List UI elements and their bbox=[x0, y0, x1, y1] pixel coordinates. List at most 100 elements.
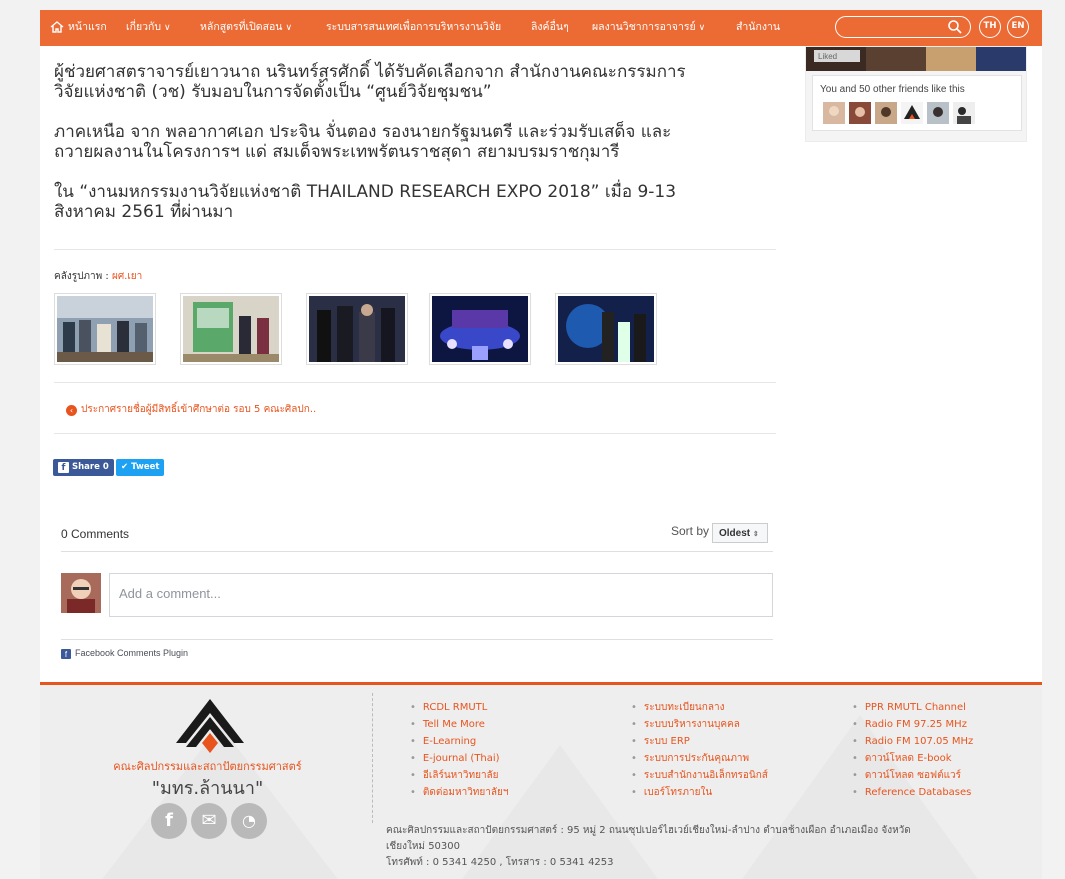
previous-post-label: ประกาศรายชื่อผู้มีสิทธิ์เข้าศึกษาต่อ รอบ… bbox=[81, 404, 317, 415]
friend-avatar bbox=[849, 102, 871, 124]
footer-link[interactable]: อีเลิร์นหาวิทยาลัย bbox=[410, 767, 508, 784]
facebook-icon: f bbox=[61, 649, 71, 659]
mail-icon: ✉ bbox=[201, 810, 217, 831]
gallery-thumbnail[interactable] bbox=[306, 293, 408, 365]
lang-th-button[interactable]: TH bbox=[979, 16, 1001, 38]
nav-item-label: ระบบสารสนเทศเพื่อการบริหารงานวิจัย bbox=[326, 21, 502, 33]
address-line: คณะศิลปกรรมและสถาปัตยกรรมศาสตร์ : 95 หมู… bbox=[386, 825, 911, 836]
divider bbox=[54, 433, 776, 434]
friend-avatar bbox=[927, 102, 949, 124]
tweet-label: Tweet bbox=[131, 462, 160, 472]
nav-item-label: หลักสูตรที่เปิดสอน bbox=[200, 21, 283, 33]
address-line: เชียงใหม่ 50300 bbox=[386, 841, 461, 852]
footer-address: คณะศิลปกรรมและสถาปัตยกรรมศาสตร์ : 95 หมู… bbox=[386, 823, 1026, 871]
facebook-comments-plugin-link[interactable]: f Facebook Comments Plugin bbox=[61, 648, 188, 659]
footer-divider bbox=[372, 693, 373, 823]
phone-line: โทรศัพท์ : 0 5341 4250 , โทรสาร : 0 5341… bbox=[386, 857, 614, 868]
nav-item-label: ผลงานวิชาการอาจารย์ bbox=[592, 21, 696, 33]
mail-button[interactable]: ✉ bbox=[191, 803, 227, 839]
nav-item-office[interactable]: สำนักงาน bbox=[736, 10, 780, 46]
footer-link[interactable]: Tell Me More bbox=[410, 716, 508, 733]
gallery-thumbnail[interactable] bbox=[555, 293, 657, 365]
comment-input[interactable]: Add a comment... bbox=[109, 573, 773, 617]
rss-icon: ◔ bbox=[242, 811, 256, 830]
avatar bbox=[61, 573, 101, 613]
university-logo bbox=[176, 699, 244, 753]
sort-select[interactable]: Oldest ⇕ bbox=[712, 523, 768, 543]
twitter-icon: ✔ bbox=[121, 462, 129, 472]
nav-item-about[interactable]: เกี่ยวกับ ∨ bbox=[126, 10, 171, 46]
facebook-share-button[interactable]: f Share 0 bbox=[53, 459, 114, 476]
gallery-thumbnail[interactable] bbox=[54, 293, 156, 365]
divider bbox=[54, 249, 776, 250]
gallery-author-link[interactable]: ผศ.เยา bbox=[112, 271, 142, 282]
article-paragraph-1: ผู้ช่วยศาสตราจารย์เยาวนาถ นรินทร์สุรศักด… bbox=[54, 62, 784, 102]
top-navigation-bar: หน้าแรก เกี่ยวกับ ∨ หลักสูตรที่เปิดสอน ∨ ร… bbox=[40, 10, 1042, 46]
footer-link[interactable]: ระบบทะเบียนกลาง bbox=[631, 699, 768, 716]
plugin-label: Facebook Comments Plugin bbox=[75, 648, 189, 658]
article-line: ใน “งานมหกรรมงานวิจัยแห่งชาติ THAILAND R… bbox=[54, 182, 677, 202]
nav-item-faculty-works[interactable]: ผลงานวิชาการอาจารย์ ∨ bbox=[592, 10, 705, 46]
page-cover-image: Liked bbox=[806, 47, 1026, 71]
facebook-icon: f bbox=[165, 810, 173, 831]
footer-link[interactable]: Radio FM 97.25 MHz bbox=[852, 716, 973, 733]
footer-link[interactable]: ระบบสำนักงานอิเล็กทรอนิกส์ bbox=[631, 767, 768, 784]
home-icon bbox=[50, 21, 64, 33]
footer-link[interactable]: ระบบการประกันคุณภาพ bbox=[631, 750, 768, 767]
chevron-down-icon: ∨ bbox=[285, 23, 293, 33]
article-paragraph-2: ภาคเหนือ จาก พลอากาศเอก ประจิน จั่นตอง ร… bbox=[54, 122, 784, 162]
rss-button[interactable]: ◔ bbox=[231, 803, 267, 839]
friends-like-card: You and 50 other friends like this bbox=[812, 75, 1022, 131]
chevron-down-icon: ∨ bbox=[698, 23, 706, 33]
footer-link[interactable]: ดาวน์โหลด ซอฟต์แวร์ bbox=[852, 767, 973, 784]
article-paragraph-3: ใน “งานมหกรรมงานวิจัยแห่งชาติ THAILAND R… bbox=[54, 182, 784, 222]
sort-arrows-icon: ⇕ bbox=[752, 531, 759, 538]
footer-link[interactable]: RCDL RMUTL bbox=[410, 699, 508, 716]
search-icon[interactable] bbox=[947, 19, 963, 35]
footer-link[interactable]: E-journal (Thai) bbox=[410, 750, 508, 767]
footer-link[interactable]: Radio FM 107.05 MHz bbox=[852, 733, 973, 750]
friend-avatar bbox=[823, 102, 845, 124]
nav-item-label: ลิงค์อื่นๆ bbox=[531, 21, 569, 33]
liked-label: Liked bbox=[818, 52, 837, 61]
nav-item-label: เกี่ยวกับ bbox=[126, 21, 162, 33]
university-name: "มทร.ล้านนา" bbox=[151, 778, 264, 799]
gallery-thumbnail[interactable] bbox=[180, 293, 282, 365]
nav-item-research-system[interactable]: ระบบสารสนเทศเพื่อการบริหารงานวิจัย bbox=[326, 10, 501, 46]
search-box bbox=[835, 16, 971, 38]
search-input[interactable] bbox=[844, 18, 948, 37]
nav-item-home[interactable]: หน้าแรก bbox=[50, 10, 107, 46]
footer-link[interactable]: ดาวน์โหลด E-book bbox=[852, 750, 973, 767]
share-label: Share 0 bbox=[72, 462, 109, 472]
footer-link[interactable]: E-Learning bbox=[410, 733, 508, 750]
facebook-like-widget: Liked You and 50 other friends like this bbox=[805, 46, 1027, 142]
footer-link[interactable]: ระบบ ERP bbox=[631, 733, 768, 750]
photo-thumbnail-3 bbox=[309, 296, 405, 362]
footer-links-column-3: PPR RMUTL Channel Radio FM 97.25 MHz Rad… bbox=[852, 699, 973, 801]
twitter-tweet-button[interactable]: ✔ Tweet bbox=[116, 459, 165, 476]
previous-post-link[interactable]: ‹ ประกาศรายชื่อผู้มีสิทธิ์เข้าศึกษาต่อ รอ… bbox=[66, 402, 316, 417]
chevron-down-icon: ∨ bbox=[164, 23, 171, 33]
nav-item-label: สำนักงาน bbox=[736, 21, 781, 33]
footer-link[interactable]: PPR RMUTL Channel bbox=[852, 699, 973, 716]
gallery-label: คลังรูปภาพ : ผศ.เยา bbox=[54, 269, 142, 284]
footer-link[interactable]: ระบบบริหารงานบุคคล bbox=[631, 716, 768, 733]
lang-en-button[interactable]: EN bbox=[1007, 16, 1029, 38]
nav-item-label: หน้าแรก bbox=[68, 21, 107, 33]
footer-link[interactable]: เบอร์โทรภายใน bbox=[631, 784, 768, 801]
facebook-button[interactable]: f bbox=[151, 803, 187, 839]
article-line: สิงหาคม 2561 ที่ผ่านมา bbox=[54, 202, 234, 222]
sort-value: Oldest bbox=[719, 528, 751, 539]
comments-count: 0 Comments bbox=[61, 527, 130, 541]
gallery-thumbnail[interactable] bbox=[429, 293, 531, 365]
chevron-left-icon: ‹ bbox=[66, 405, 77, 416]
friends-like-text: You and 50 other friends like this bbox=[820, 84, 965, 95]
photo-thumbnail-2 bbox=[183, 296, 279, 362]
footer-link[interactable]: Reference Databases bbox=[852, 784, 973, 801]
nav-item-other-links[interactable]: ลิงค์อื่นๆ bbox=[531, 10, 569, 46]
footer-link[interactable]: ติดต่อมหาวิทยาลัยฯ bbox=[410, 784, 509, 801]
friend-avatar bbox=[875, 102, 897, 124]
nav-item-programs[interactable]: หลักสูตรที่เปิดสอน ∨ bbox=[200, 10, 292, 46]
article-line: ถวายผลงานในโครงการฯ แด่ สมเด็จพระเทพรัตน… bbox=[54, 142, 620, 162]
gallery-label-text: คลังรูปภาพ : bbox=[54, 271, 112, 282]
